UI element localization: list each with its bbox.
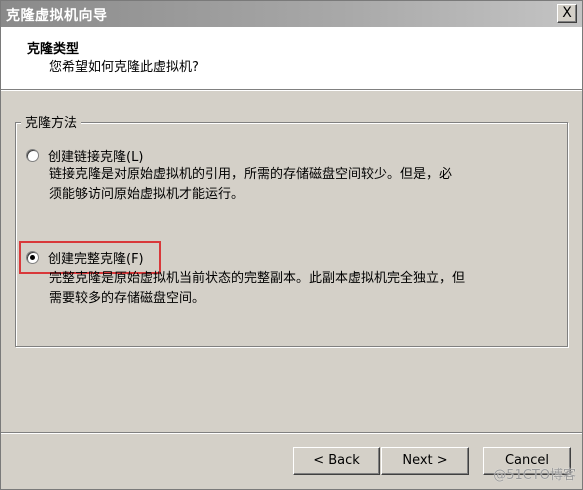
watermark: @51CTO博客	[493, 468, 576, 483]
clone-method-legend: 克隆方法	[21, 112, 82, 131]
full-clone-description-line1: 完整克隆是原始虚拟机当前状态的完整副本。此副本虚拟机完全独立，但	[49, 271, 466, 286]
linked-clone-description-line1: 链接克隆是对原始虚拟机的引用，所需的存储磁盘空间较少。但是，必	[49, 167, 453, 182]
next-button[interactable]: Next >	[381, 447, 469, 475]
linked-clone-radio[interactable]	[26, 149, 39, 162]
header-divider	[1, 89, 582, 91]
full-clone-description-line2: 需要较多的存储磁盘空间。	[49, 291, 206, 306]
page-subtitle: 您希望如何克隆此虚拟机?	[49, 60, 199, 75]
footer-divider	[1, 432, 582, 434]
page-title: 克隆类型	[27, 42, 80, 57]
back-button[interactable]: < Back	[293, 447, 380, 475]
linked-clone-description-line2: 须能够访问原始虚拟机才能运行。	[49, 187, 245, 202]
close-icon: X	[562, 5, 572, 21]
radio-selected-dot	[30, 255, 35, 260]
linked-clone-label[interactable]: 创建链接克隆(L)	[48, 146, 143, 165]
full-clone-radio[interactable]	[26, 251, 39, 264]
wizard-header: 克隆类型 您希望如何克隆此虚拟机?	[1, 27, 582, 89]
close-button[interactable]: X	[557, 4, 577, 23]
full-clone-label[interactable]: 创建完整克隆(F)	[48, 248, 144, 267]
window-title: 克隆虚拟机向导	[6, 8, 108, 24]
clone-vm-wizard-window: 克隆虚拟机向导 X 克隆类型 您希望如何克隆此虚拟机? 克隆方法 创建链接克隆(…	[0, 0, 583, 490]
title-bar[interactable]: 克隆虚拟机向导 X	[1, 1, 582, 27]
